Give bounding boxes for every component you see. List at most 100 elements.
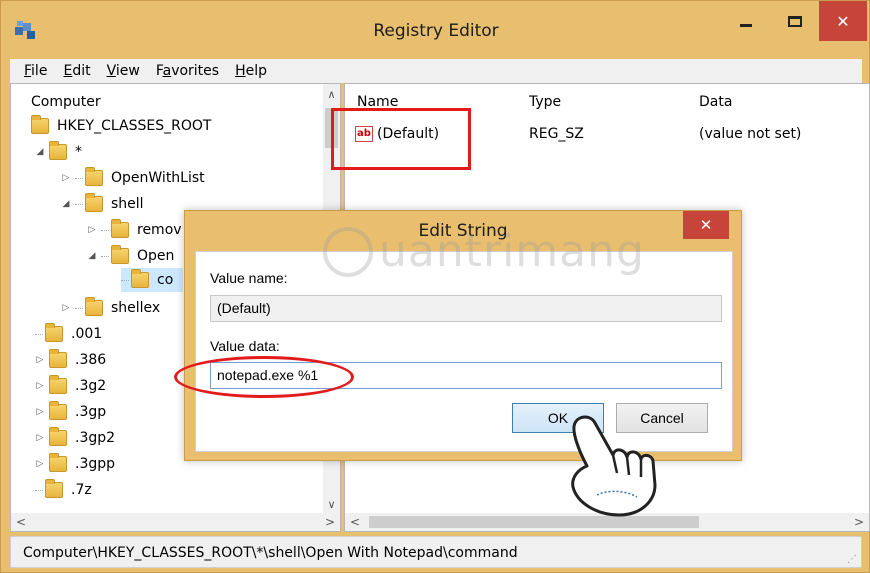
tree-label: HKEY_CLASSES_ROOT [57,118,212,134]
scroll-up-icon[interactable]: ∧ [323,84,340,104]
menu-favorites-prefix: F [155,63,163,79]
scroll-right-icon[interactable]: > [320,515,340,529]
tree-connector [101,229,109,231]
menu-help-label: elp [245,63,268,79]
folder-icon [85,193,103,212]
expand-arrow-icon[interactable]: ▷ [33,355,47,365]
tree-label: OpenWithList [111,170,205,186]
dialog-title: Edit String [418,221,508,241]
expand-arrow-icon[interactable]: ▷ [59,303,73,313]
tree-label: .001 [71,326,103,342]
expand-arrow-icon[interactable]: ▷ [33,433,47,443]
scroll-down-icon[interactable]: ∨ [323,494,340,514]
scroll-left-icon[interactable]: < [345,515,365,529]
resize-grip-icon[interactable]: ⋰ [847,554,857,565]
tree-connector [35,489,43,491]
tree-item-ext-7z[interactable]: .7z [35,478,92,502]
close-button[interactable]: ✕ [819,1,867,41]
status-path: Computer\HKEY_CLASSES_ROOT\*\shell\Open … [23,545,518,561]
scroll-right-icon[interactable]: > [849,515,869,529]
tree-connector [75,203,83,205]
title-bar: Registry Editor ✕ [1,1,870,61]
value-name-field: (Default) [210,295,722,322]
column-header-type[interactable]: Type [529,94,561,110]
menu-view-accel: V [106,63,116,79]
folder-icon [49,141,67,160]
tree-item-ext-386[interactable]: ▷ .386 [33,348,106,372]
tree-label: .3gpp [75,456,116,472]
tree-item-hkcr[interactable]: HKEY_CLASSES_ROOT [31,114,211,138]
tree-connector [75,177,83,179]
folder-icon [45,323,63,342]
expand-arrow-icon[interactable]: ▷ [33,459,47,469]
tree-label: co [157,272,174,288]
menu-help-accel: H [235,63,246,79]
folder-icon [85,167,103,186]
tree-label: .3gp2 [75,430,116,446]
close-icon: ✕ [699,216,713,234]
expand-arrow-icon[interactable]: ▷ [85,225,99,235]
status-bar: Computer\HKEY_CLASSES_ROOT\*\shell\Open … [10,536,862,568]
collapse-arrow-icon[interactable]: ◢ [33,147,47,157]
tree-label: .3g2 [75,378,107,394]
tree-connector [121,279,129,281]
close-icon: ✕ [836,11,850,31]
tree-item-star[interactable]: ◢ * [33,140,82,164]
tree-item-ext-3gpp[interactable]: ▷ .3gpp [33,452,115,476]
value-type: REG_SZ [529,126,584,142]
tree-item-computer[interactable]: Computer [31,90,101,114]
collapse-arrow-icon[interactable]: ◢ [59,199,73,209]
tree-item-ext-3gp[interactable]: ▷ .3gp [33,400,106,424]
menu-view[interactable]: View [99,63,148,79]
minimize-button[interactable] [721,1,771,41]
column-header-data[interactable]: Data [699,94,732,110]
minimize-icon [740,23,752,27]
tree-label: * [75,144,82,160]
tree-connector [35,333,43,335]
menu-favorites[interactable]: Favorites [148,63,227,79]
value-data: (value not set) [699,126,802,142]
menu-help[interactable]: Help [227,63,275,79]
folder-icon [111,219,129,238]
tree-connector [75,307,83,309]
tree-item-command[interactable]: co [121,268,184,292]
value-name-label: Value name: [210,270,288,286]
tree-item-openwithlist[interactable]: ▷ OpenWithList [59,166,205,190]
tree-label: shell [111,196,144,212]
menu-file-label: ile [31,63,48,79]
tree-item-ext-3g2[interactable]: ▷ .3g2 [33,374,106,398]
annotation-highlight-box [331,108,471,170]
tree-label: remov [137,222,182,238]
collapse-arrow-icon[interactable]: ◢ [85,251,99,261]
folder-icon [49,427,67,446]
expand-arrow-icon[interactable]: ▷ [33,381,47,391]
tree-item-ext-001[interactable]: .001 [35,322,102,346]
annotation-ellipse [174,356,354,398]
tree-item-shell[interactable]: ◢ shell [59,192,144,216]
menu-edit[interactable]: Edit [55,63,98,79]
tree-item-remove[interactable]: ▷ remov [85,218,182,242]
folder-icon [45,479,63,498]
menu-favorites-accel: a [162,63,172,79]
folder-icon [111,245,129,264]
menu-file[interactable]: File [16,63,55,79]
dialog-close-button[interactable]: ✕ [683,211,729,239]
folder-icon [49,401,67,420]
tree-label: shellex [111,300,161,316]
menu-edit-label: dit [72,63,91,79]
menu-bar: File Edit View Favorites Help [10,59,862,83]
tree-label: .386 [75,352,107,368]
folder-icon [49,349,67,368]
expand-arrow-icon[interactable]: ▷ [33,407,47,417]
scroll-left-icon[interactable]: < [11,515,31,529]
maximize-button[interactable] [771,1,819,41]
tree-label: .7z [71,482,92,498]
tree-horizontal-scrollbar[interactable]: < > [11,513,340,531]
tree-item-ext-3gp2[interactable]: ▷ .3gp2 [33,426,115,450]
folder-icon [31,115,49,134]
tree-label: .3gp [75,404,107,420]
expand-arrow-icon[interactable]: ▷ [59,173,73,183]
tree-item-open[interactable]: ◢ Open [85,244,174,268]
value-data-label: Value data: [210,338,280,354]
tree-item-shellex[interactable]: ▷ shellex [59,296,160,320]
